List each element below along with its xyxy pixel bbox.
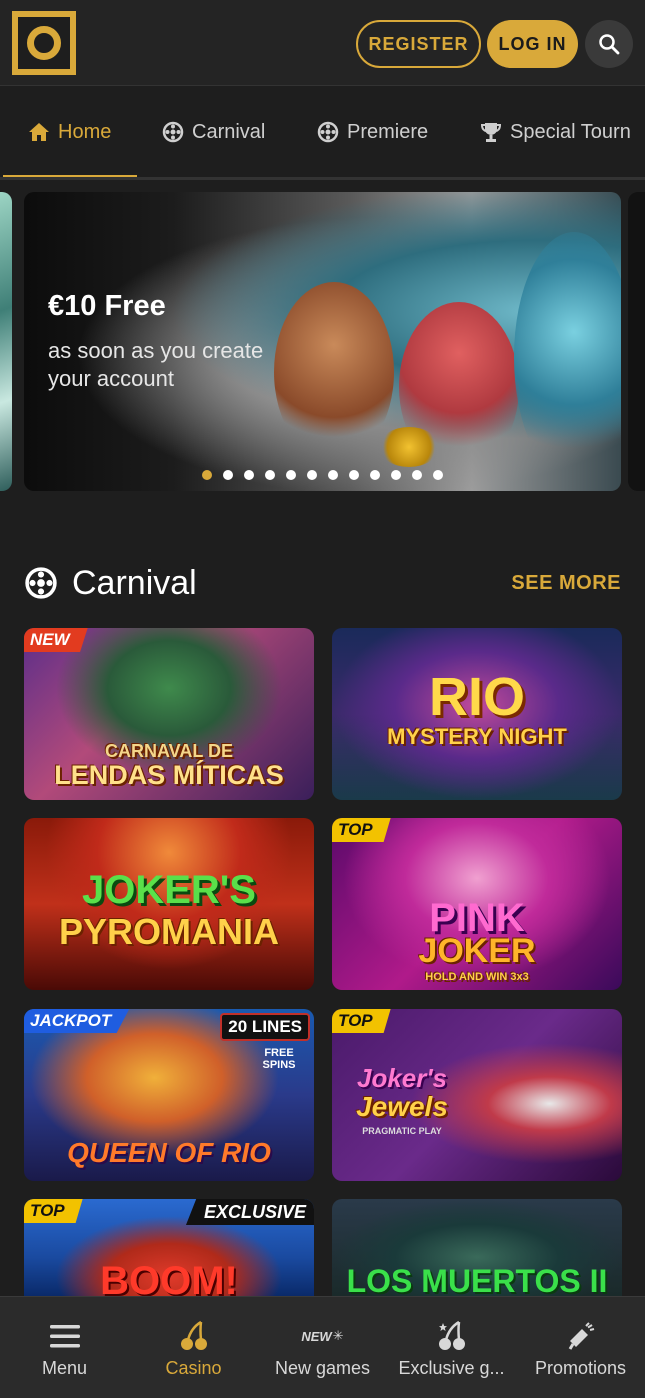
sparkle-icon: ✳ [332,1328,344,1343]
nav-label: Casino [165,1358,222,1378]
search-icon [599,34,620,55]
game-card[interactable]: JOKER'S PYROMANIA [24,818,314,990]
promo-carousel[interactable]: €10 Free as soon as you create your acco… [0,192,645,491]
carousel-dot[interactable] [370,470,380,480]
new-badge: NEW [24,628,88,652]
carousel-dot[interactable] [286,470,296,480]
banner-artwork [514,232,621,482]
game-title: MYSTERY NIGHT [387,724,567,749]
hamburger-icon [48,1319,82,1353]
wheel-icon [162,121,184,143]
exclusive-badge: EXCLUSIVE [185,1199,314,1225]
game-title: JOKER [418,932,536,970]
nav-label: New games [274,1358,371,1378]
game-title: QUEEN OF RIO [67,1137,271,1168]
see-more-link[interactable]: SEE MORE [511,572,621,595]
login-button[interactable]: LOG IN [487,20,578,68]
section-header: Carnival SEE MORE [24,560,621,606]
megaphone-icon [564,1319,598,1353]
banner-subtitle: as soon as you create your account [48,338,264,391]
carousel-dot[interactable] [265,470,275,480]
game-title: PYROMANIA [58,911,279,952]
tab-label: Special Tourn [510,120,631,143]
register-button[interactable]: REGISTER [356,20,481,68]
game-title: LENDAS MÍTICAS [54,760,284,790]
provider-label: PRAGMATIC PLAY [362,1126,442,1136]
jackpot-badge: JACKPOT [24,1009,130,1033]
tab-premiere[interactable]: Premiere [317,87,428,177]
carousel-dot[interactable] [391,470,401,480]
top-badge: TOP [24,1199,83,1223]
tab-label: Premiere [347,120,429,143]
carousel-dot[interactable] [328,470,338,480]
carousel-dot[interactable] [202,470,212,480]
tab-special-tournaments[interactable]: Special Tourn [480,87,631,177]
game-card[interactable]: TOP Joker's Jewels PRAGMATIC PLAY [332,1009,622,1181]
game-card[interactable]: JACKPOT 20 LINES FREE SPINS QUEEN OF RIO [24,1009,314,1181]
game-title: LOS MUERTOS II [346,1263,608,1296]
tab-carnival[interactable]: Carnival [162,87,265,177]
banner-artwork [379,427,439,467]
nav-label: Exclusive g... [398,1358,505,1378]
tab-home[interactable]: Home [28,87,111,177]
game-card[interactable]: LOS MUERTOS II [332,1199,622,1296]
game-title: Joker's [356,1063,448,1093]
nav-label: Menu [41,1358,88,1378]
new-badge-icon: NEW ✳ [301,1319,343,1353]
game-subtitle: HOLD AND WIN 3x3 [425,971,529,983]
next-slide-peek[interactable] [628,192,645,491]
game-card[interactable]: NEW CARNAVAL DE LENDAS MÍTICAS [24,628,314,800]
previous-slide-peek[interactable] [0,192,12,491]
banner-title: €10 Free [48,290,166,322]
promo-banner[interactable]: €10 Free as soon as you create your acco… [24,192,621,491]
carousel-dots [202,470,443,480]
active-tab-indicator [3,175,137,177]
ring-logo-icon[interactable] [12,11,76,75]
top-badge: TOP [332,1009,391,1033]
category-tabs: Home Carnival Premiere Special Tourn [0,87,645,180]
search-button[interactable] [585,20,633,68]
nav-menu[interactable]: Menu [0,1297,129,1398]
carousel-dot[interactable] [412,470,422,480]
game-card[interactable]: TOP EXCLUSIVE BOOM! [24,1199,314,1296]
game-title: Jewels [356,1091,448,1122]
carousel-dot[interactable] [244,470,254,480]
top-badge: TOP [332,818,391,842]
nav-casino[interactable]: Casino [129,1297,258,1398]
cherries-star-icon [435,1319,469,1353]
tab-label: Home [58,120,112,143]
section-title: Carnival [72,564,197,602]
wheel-icon [24,566,58,605]
new-badge-text: NEW [301,1328,332,1344]
carousel-dot[interactable] [223,470,233,480]
game-title: BOOM! [100,1259,238,1296]
game-title: JOKER'S [81,868,256,912]
game-title: RIO [428,667,525,727]
nav-promotions[interactable]: Promotions [516,1297,645,1398]
nav-new-games[interactable]: NEW ✳ New games [258,1297,387,1398]
cherries-icon [177,1319,211,1353]
home-icon [28,122,50,142]
game-card[interactable]: RIO MYSTERY NIGHT [332,628,622,800]
nav-label: Promotions [534,1358,627,1378]
bottom-navigation: Menu Casino NEW ✳ New games Exclusive g.… [0,1296,645,1398]
header: REGISTER LOG IN [0,0,645,86]
trophy-icon [480,121,502,143]
nav-exclusive-games[interactable]: Exclusive g... [387,1297,516,1398]
game-title: CARNAVAL DE [104,741,233,761]
game-card[interactable]: TOP PINK JOKER HOLD AND WIN 3x3 [332,818,622,990]
lines-label: 20 LINES [220,1013,310,1041]
carousel-dot[interactable] [433,470,443,480]
tab-label: Carnival [192,120,266,143]
wheel-icon [317,121,339,143]
carousel-dot[interactable] [307,470,317,480]
free-spins-label: FREE SPINS [262,1047,296,1071]
carousel-dot[interactable] [349,470,359,480]
